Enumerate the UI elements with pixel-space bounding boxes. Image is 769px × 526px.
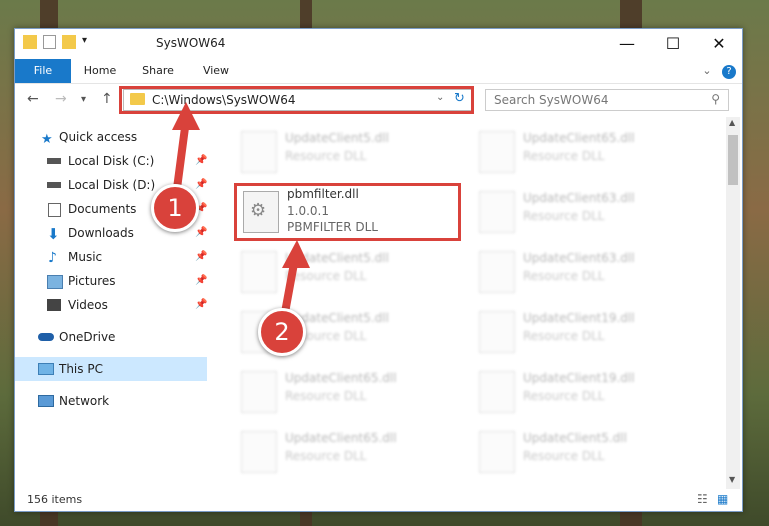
callout-1: 1 [151, 184, 199, 232]
callout-2: 2 [258, 308, 306, 356]
annotation-arrows [172, 102, 310, 322]
